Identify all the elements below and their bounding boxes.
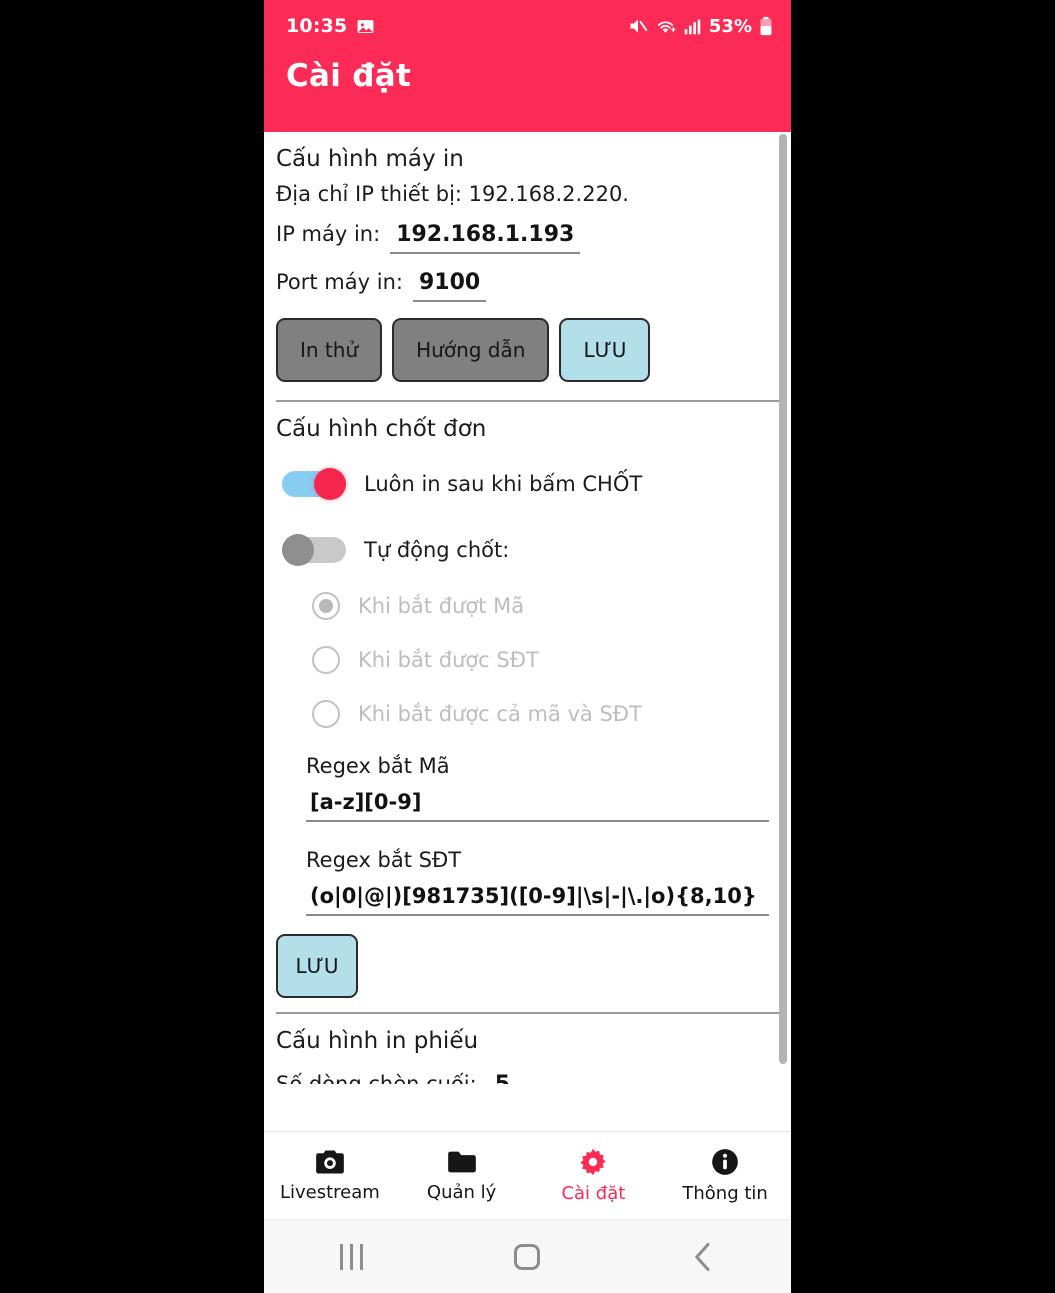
home-button[interactable] [482,1232,572,1282]
status-bar-left: 10:35 [286,15,375,37]
recents-icon [340,1243,364,1270]
radio-label-code: Khi bắt đượt Mã [358,594,525,618]
always-print-row: Luôn in sau khi bấm CHỐT [270,446,777,500]
lines-at-end-label: Số dòng chèn cuối: [276,1072,477,1084]
phone-screen: 10:35 53% Cài đặt Cấu hình máy in Địa ch… [264,0,791,1293]
regex-code-label: Regex bắt Mã [306,754,450,778]
status-bar-right: 53% [628,16,773,37]
nav-label-management: Quản lý [426,1181,497,1203]
back-icon [695,1242,710,1271]
nav-label-settings: Cài đặt [561,1182,626,1204]
radio-label-both: Khi bắt được cả mã và SĐT [358,702,642,726]
printer-port-row: Port máy in: 9100 [270,254,777,302]
always-print-toggle[interactable] [282,468,346,500]
regex-phone-label: Regex bắt SĐT [306,848,462,872]
settings-scroll-area[interactable]: Cấu hình máy in Địa chỉ IP thiết bị: 192… [264,132,791,1131]
radio-label-phone: Khi bắt được SĐT [358,648,539,672]
order-section-title: Cấu hình chốt đơn [276,416,487,442]
ticket-section-title: Cấu hình in phiếu [276,1028,479,1054]
toggle-thumb [282,534,314,566]
status-bar: 10:35 53% [264,0,791,52]
home-icon [514,1243,541,1270]
wifi-icon [657,20,676,33]
radio-icon [312,700,340,728]
battery-percent: 53% [708,15,752,37]
auto-close-toggle[interactable] [282,534,346,566]
radio-icon [312,592,340,620]
vertical-scrollbar[interactable] [779,134,787,1064]
regex-code-input[interactable]: [a-z][0-9] [306,790,769,822]
back-button[interactable] [658,1232,748,1282]
battery-icon [760,16,772,36]
info-icon [712,1148,738,1175]
camera-icon [316,1149,344,1174]
nav-item-livestream[interactable]: Livestream [264,1149,396,1203]
order-save-row: LƯU [270,916,777,998]
printer-ip-row: IP máy in: 192.168.1.193 [270,206,777,254]
gear-icon [580,1148,607,1175]
printer-buttons-row: In thử Hướng dẫn LƯU [270,302,777,392]
bottom-navigation: Livestream Quản lý Cài đặt Thông tin [264,1131,791,1219]
regex-phone-wrap: (o|0|@|)[981735]([0-9]|\s|-|\.|o){8,10} [270,872,777,916]
device-ip-line: Địa chỉ IP thiết bị: 192.168.2.220. [276,182,629,206]
save-order-button[interactable]: LƯU [276,934,358,998]
status-time: 10:35 [286,15,348,37]
lines-at-end-value[interactable]: 5 [495,1072,510,1084]
printer-port-label: Port máy in: [276,270,403,294]
always-print-label: Luôn in sau khi bấm CHỐT [364,472,643,496]
regex-code-wrap: [a-z][0-9] [270,778,777,822]
regex-phone-input[interactable]: (o|0|@|)[981735]([0-9]|\s|-|\.|o){8,10} [306,884,769,916]
nav-item-info[interactable]: Thông tin [659,1148,791,1204]
printer-ip-label: IP máy in: [276,222,381,246]
radio-option-phone[interactable]: Khi bắt được SĐT [270,620,777,674]
printer-ip-input[interactable]: 192.168.1.193 [390,222,581,254]
test-print-button[interactable]: In thử [276,318,383,382]
printer-port-input[interactable]: 9100 [412,270,487,302]
nav-item-management[interactable]: Quản lý [396,1149,528,1203]
signal-icon [684,19,701,34]
printer-section-title: Cấu hình máy in [276,146,464,172]
save-printer-button[interactable]: LƯU [559,318,651,382]
image-icon [358,19,374,33]
nav-label-info: Thông tin [682,1182,768,1204]
radio-icon [312,646,340,674]
auto-close-label: Tự động chốt: [364,538,510,562]
auto-close-row: Tự động chốt: [270,500,777,566]
android-system-nav [264,1219,791,1293]
recents-button[interactable] [307,1232,397,1282]
mute-icon [630,19,648,33]
folder-icon [447,1151,476,1172]
nav-item-settings[interactable]: Cài đặt [528,1148,660,1204]
app-bar: Cài đặt [264,52,791,132]
radio-option-both[interactable]: Khi bắt được cả mã và SĐT [270,674,777,728]
lines-at-end-row: Số dòng chèn cuối: 5 [270,1058,777,1084]
radio-option-code[interactable]: Khi bắt đượt Mã [270,566,777,620]
guide-button[interactable]: Hướng dẫn [392,318,550,382]
toggle-thumb [314,468,346,500]
nav-label-livestream: Livestream [279,1181,380,1203]
page-title: Cài đặt [286,58,412,94]
